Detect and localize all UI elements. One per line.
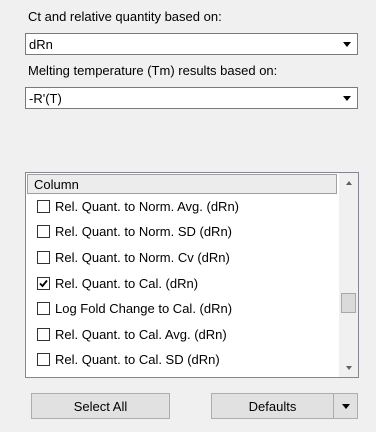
defaults-dropdown-button[interactable]	[333, 393, 358, 419]
list-item[interactable]: Rel. Quant. to Cal. SD (dRn)	[37, 348, 220, 370]
list-item[interactable]: Rel. Quant. to Norm. Cv (dRn)	[37, 246, 230, 268]
chevron-down-icon[interactable]	[338, 89, 356, 107]
list-item[interactable]: Rel. Quant. to Norm. SD (dRn)	[37, 220, 232, 242]
ct-quantity-label: Ct and relative quantity based on:	[28, 9, 222, 24]
melting-temperature-label: Melting temperature (Tm) results based o…	[28, 63, 278, 78]
melting-temperature-value: -R'(T)	[29, 91, 62, 106]
checkbox[interactable]	[37, 327, 50, 341]
list-item-label: Rel. Quant. to Cal. Avg. (dRn)	[55, 326, 227, 342]
checkbox[interactable]	[37, 301, 50, 315]
defaults-button[interactable]: Defaults	[211, 393, 334, 419]
checkbox[interactable]	[37, 276, 50, 290]
melting-temperature-dropdown[interactable]: -R'(T)	[25, 87, 358, 109]
list-item[interactable]: Rel. Quant. to Norm. Avg. (dRn)	[37, 195, 239, 217]
list-item-label: Rel. Quant. to Norm. Cv (dRn)	[55, 249, 230, 265]
scroll-up-icon[interactable]	[339, 174, 358, 192]
column-listbox[interactable]: Column Rel. Quant. to Norm. Avg. (dRn) R…	[25, 172, 359, 378]
list-item-label: Rel. Quant. to Cal. (dRn)	[55, 275, 199, 291]
checkbox[interactable]	[37, 224, 50, 238]
ct-quantity-value: dRn	[29, 37, 53, 52]
chevron-down-icon	[341, 403, 350, 409]
column-header-label: Column	[34, 177, 79, 192]
checkbox[interactable]	[37, 199, 50, 213]
list-item-label: Rel. Quant. to Cal. SD (dRn)	[55, 351, 220, 367]
checkbox[interactable]	[37, 352, 50, 366]
list-item-label: Rel. Quant. to Norm. SD (dRn)	[55, 223, 232, 239]
ct-quantity-dropdown[interactable]: dRn	[25, 33, 358, 55]
checkbox[interactable]	[37, 250, 50, 264]
list-item-label: Log Fold Change to Cal. (dRn)	[55, 300, 233, 316]
list-item[interactable]: Rel. Quant. to Cal. (dRn)	[37, 272, 198, 294]
scroll-down-icon[interactable]	[339, 359, 358, 377]
scrollbar-thumb[interactable]	[341, 293, 356, 313]
column-header[interactable]: Column	[27, 174, 337, 194]
list-item[interactable]: Log Fold Change to Cal. (dRn)	[37, 297, 232, 319]
list-item[interactable]: Rel. Quant. to Cal. Avg. (dRn)	[37, 323, 227, 345]
chevron-down-icon[interactable]	[338, 35, 356, 53]
checkmark-icon	[39, 279, 48, 287]
list-item-label: Rel. Quant. to Norm. Avg. (dRn)	[55, 198, 239, 214]
select-all-button[interactable]: Select All	[31, 393, 170, 419]
vertical-scrollbar[interactable]	[339, 173, 358, 377]
